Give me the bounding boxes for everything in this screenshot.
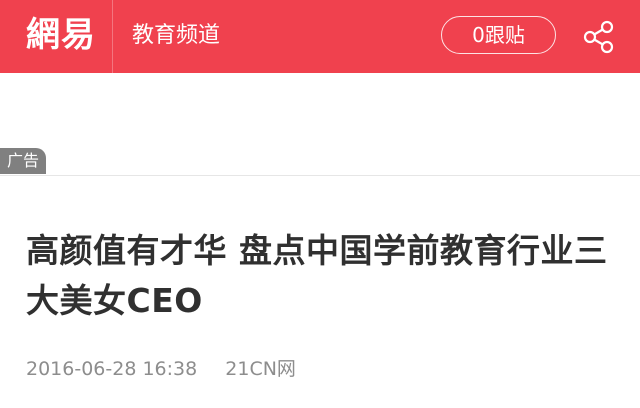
ad-tag: 广告 <box>0 148 46 174</box>
share-icon[interactable] <box>581 19 617 55</box>
article-title: 高颜值有才华 盘点中国学前教育行业三大美女CEO <box>26 231 608 320</box>
ad-banner[interactable] <box>0 73 640 176</box>
article-meta: 2016-06-28 16:38 21CN网 <box>26 356 296 382</box>
netease-logo[interactable]: 網易 <box>26 14 96 56</box>
comment-count-button[interactable]: 0跟贴 <box>441 16 556 54</box>
article-source[interactable]: 21CN网 <box>225 358 296 380</box>
channel-title[interactable]: 教育频道 <box>132 20 220 52</box>
article-date: 2016-06-28 16:38 <box>26 358 198 380</box>
header-divider <box>112 0 113 73</box>
top-header: 網易 教育频道 0跟贴 <box>0 0 640 73</box>
